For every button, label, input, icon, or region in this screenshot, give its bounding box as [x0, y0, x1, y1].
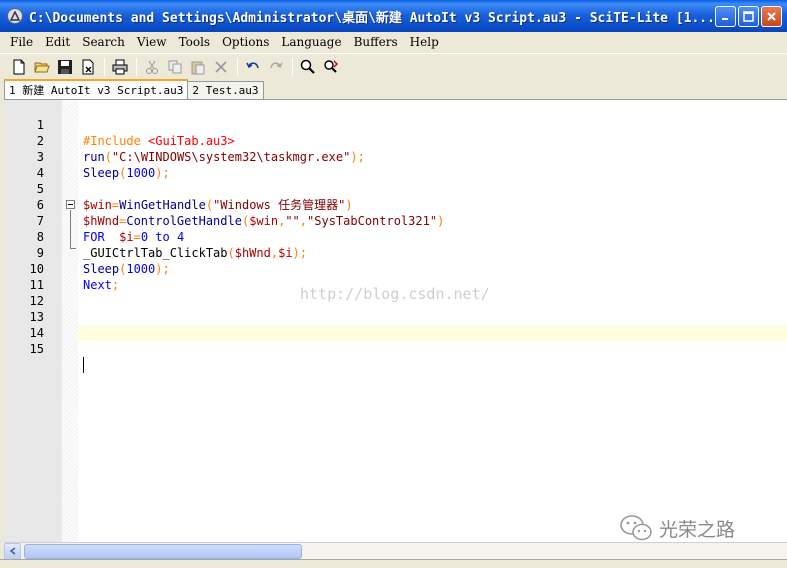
maximize-button[interactable]	[738, 5, 759, 27]
save-button[interactable]	[54, 56, 76, 78]
toolbar-separator	[104, 57, 105, 76]
tab-script-au3[interactable]: 1 新建 AutoIt v3 Script.au3	[4, 79, 189, 99]
scissors-icon	[146, 60, 158, 74]
code-line: 8 _GUICtrlTab_ClickTab($hWnd,$i);	[4, 213, 787, 260]
scrollbar-thumb[interactable]	[24, 544, 302, 559]
menu-buffers[interactable]: Buffers	[348, 35, 404, 49]
menu-file[interactable]: File	[4, 35, 39, 49]
menu-search[interactable]: Search	[76, 35, 131, 49]
open-folder-icon	[34, 62, 50, 72]
code-line: 14	[4, 309, 787, 340]
buffer-tabs: 1 新建 AutoIt v3 Script.au3 2 Test.au3	[0, 79, 787, 99]
title-bar[interactable]: C:\Documents and Settings\Administrator\…	[0, 0, 787, 32]
code-line: 7 FOR $i=0 to 4	[4, 197, 787, 244]
code-line: 2 run("C:\WINDOWS\system32\taskmgr.exe")…	[4, 117, 787, 164]
menu-edit[interactable]: Edit	[39, 35, 76, 49]
code-line: 4	[4, 149, 787, 180]
brand-name: 光荣之路	[659, 518, 736, 541]
code-line: 6 $hWnd=ControlGetHandle($win,"","SysTab…	[4, 181, 787, 228]
undo-button[interactable]	[242, 56, 264, 78]
menu-tools[interactable]: Tools	[173, 35, 217, 49]
close-file-icon	[82, 59, 94, 74]
menu-language[interactable]: Language	[275, 35, 347, 49]
toolbar-separator	[237, 57, 238, 76]
find-button[interactable]	[297, 56, 319, 78]
wechat-icon	[620, 515, 652, 541]
window-title: C:\Documents and Settings\Administrator\…	[29, 10, 715, 26]
replace-button[interactable]	[320, 56, 342, 78]
menu-view[interactable]: View	[131, 35, 173, 49]
scroll-left-button[interactable]	[4, 542, 21, 560]
minimize-icon	[721, 18, 728, 20]
menu-help[interactable]: Help	[404, 35, 445, 49]
toolbar-separator	[292, 57, 293, 76]
watermark: http://blog.csdn.net/	[300, 285, 490, 303]
new-file-icon	[13, 59, 25, 74]
code-line: 9 Sleep(1000);	[4, 229, 787, 276]
open-file-button[interactable]	[31, 56, 53, 78]
code-editor[interactable]: 1 #Include <GuiTab.au3> 2 run("C:\WINDOW…	[4, 99, 787, 542]
search-icon	[300, 59, 315, 74]
status-bar	[0, 559, 787, 568]
copy-button[interactable]	[164, 56, 186, 78]
save-icon	[58, 59, 72, 74]
tab-test-au3[interactable]: 2 Test.au3	[187, 81, 264, 99]
toolbar	[0, 53, 787, 79]
code-line: 5 $win=WinGetHandle("Windows 任务管理器")	[4, 165, 787, 212]
chevron-left-icon	[9, 547, 15, 555]
print-button[interactable]	[109, 56, 131, 78]
delete-icon	[215, 60, 227, 73]
horizontal-scrollbar[interactable]	[4, 542, 787, 560]
copy-icon	[168, 60, 182, 73]
menu-options[interactable]: Options	[216, 35, 275, 49]
close-button[interactable]	[761, 5, 782, 27]
close-file-button[interactable]	[77, 56, 99, 78]
undo-icon	[246, 61, 259, 68]
printer-icon	[112, 59, 128, 74]
paste-icon	[191, 61, 205, 74]
new-file-button[interactable]	[8, 56, 30, 78]
code-line: 15	[4, 325, 787, 373]
scite-app-icon[interactable]	[7, 8, 23, 24]
minimize-button[interactable]	[715, 5, 736, 27]
find-replace-icon	[324, 59, 338, 73]
code-line: 3 Sleep(1000);	[4, 133, 787, 180]
redo-icon	[270, 61, 283, 68]
code-line: 11	[4, 261, 787, 292]
code-line: 10 Next;	[4, 245, 787, 292]
cut-button[interactable]	[141, 56, 163, 78]
delete-button[interactable]	[210, 56, 232, 78]
brand-watermark: 光荣之路	[619, 513, 735, 543]
toolbar-separator	[136, 57, 137, 76]
redo-button[interactable]	[265, 56, 287, 78]
text-caret	[83, 357, 84, 373]
maximize-icon	[743, 10, 754, 22]
line-number: 15	[29, 342, 44, 356]
paste-button[interactable]	[187, 56, 209, 78]
code-line: 1 #Include <GuiTab.au3>	[4, 101, 787, 148]
menu-bar: File Edit Search View Tools Options Lang…	[0, 32, 787, 52]
close-icon	[767, 11, 776, 21]
